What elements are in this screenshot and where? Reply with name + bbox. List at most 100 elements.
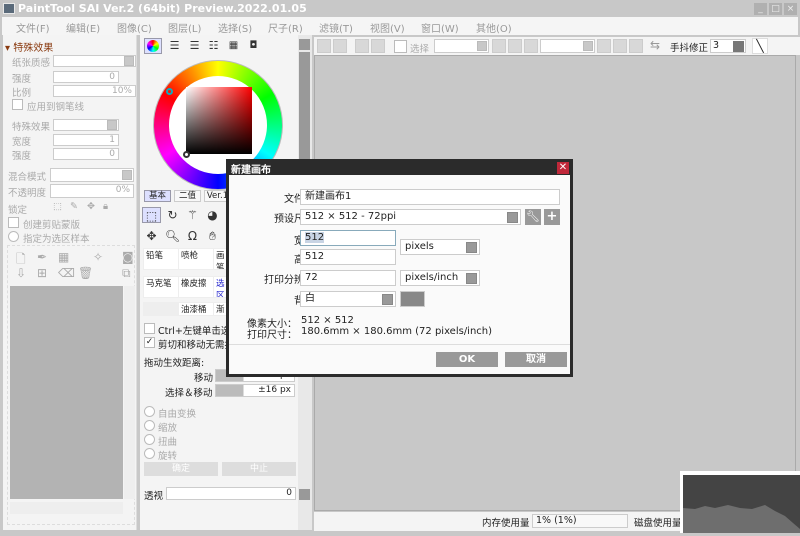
filename-input[interactable]: 新建画布1 bbox=[300, 189, 560, 205]
trash-icon[interactable]: 🗑︎ bbox=[78, 266, 93, 280]
rotate-right-button[interactable] bbox=[613, 39, 627, 53]
menu-select[interactable]: 选择(S) bbox=[218, 20, 252, 35]
scroll-thumb[interactable] bbox=[299, 52, 310, 172]
cancel-button[interactable]: 取消 bbox=[505, 352, 567, 367]
brush-eraser[interactable]: 橡皮擦 bbox=[178, 276, 215, 298]
perspective-field[interactable]: 0 bbox=[166, 487, 296, 500]
height-input[interactable]: 512 bbox=[300, 249, 396, 265]
cut-move-checkbox[interactable]: ✓ bbox=[144, 337, 155, 348]
lock-draw-icon[interactable]: ✎ bbox=[70, 201, 78, 212]
brush-empty-slot[interactable] bbox=[143, 302, 180, 316]
menu-window[interactable]: 窗口(W) bbox=[421, 20, 459, 35]
paper-texture-select[interactable] bbox=[53, 55, 136, 67]
zoom-reset-button[interactable] bbox=[524, 39, 538, 53]
undo-button[interactable] bbox=[317, 39, 331, 53]
select-move-slider[interactable]: ±16 px bbox=[215, 384, 295, 397]
hsv-slider-mode-button[interactable]: ☰ bbox=[185, 38, 204, 54]
rotate-left-button[interactable] bbox=[597, 39, 611, 53]
free-transform-radio[interactable] bbox=[144, 406, 155, 417]
merge-down-icon[interactable]: ⊞ bbox=[37, 266, 47, 280]
rotate-tool[interactable]: Ω bbox=[183, 228, 202, 244]
close-button[interactable]: × bbox=[784, 3, 797, 15]
color-wheel-mode-button[interactable] bbox=[144, 38, 162, 54]
wrench-icon[interactable]: 🔧︎ bbox=[525, 209, 541, 225]
menu-filter[interactable]: 滤镜(T) bbox=[319, 20, 353, 35]
strength-field[interactable]: 0 bbox=[53, 71, 119, 83]
zoom-out-button[interactable] bbox=[492, 39, 506, 53]
new-vector-layer-icon[interactable]: ✒ bbox=[37, 250, 47, 264]
sv-cursor[interactable] bbox=[183, 151, 190, 158]
rect-select-tool[interactable]: ⬚ bbox=[142, 207, 161, 223]
layer-list-scrollbar-h[interactable] bbox=[10, 502, 123, 514]
rotate-reset-button[interactable] bbox=[629, 39, 643, 53]
background-select[interactable]: 白 bbox=[300, 291, 396, 307]
move-tool[interactable]: ✥ bbox=[142, 228, 161, 244]
select-toggle-checkbox[interactable] bbox=[394, 40, 407, 53]
zoom-in-button[interactable] bbox=[508, 39, 522, 53]
layer-list[interactable] bbox=[10, 286, 123, 499]
shape-tool[interactable]: ◕ bbox=[203, 207, 222, 223]
ok-button[interactable]: OK bbox=[436, 352, 498, 367]
layer-effects-icon[interactable]: ✧ bbox=[93, 250, 103, 264]
pen-pressure-icon[interactable]: ╲ bbox=[752, 38, 768, 54]
width-input[interactable]: 512 bbox=[300, 230, 396, 246]
rotate-select[interactable] bbox=[540, 39, 595, 53]
new-layer-set-icon[interactable]: ▦ bbox=[58, 250, 69, 264]
minimize-button[interactable]: _ bbox=[754, 3, 767, 15]
tab-binary[interactable]: 二值 bbox=[174, 190, 201, 202]
abort-button[interactable]: 中止 bbox=[222, 462, 296, 476]
lock-transparency-icon[interactable]: ⬚ bbox=[53, 201, 62, 212]
palette-mode-button[interactable]: ▦ bbox=[224, 38, 243, 54]
scale-radio[interactable] bbox=[144, 420, 155, 431]
confirm-button[interactable]: 确定 bbox=[144, 462, 218, 476]
apply-pen-checkbox[interactable] bbox=[12, 99, 23, 110]
resolution-input[interactable]: 72 bbox=[300, 270, 396, 286]
swatch-mode-button[interactable]: ☷ bbox=[204, 38, 223, 54]
size-unit-select[interactable]: pixels bbox=[400, 239, 480, 255]
lasso-tool[interactable]: ↻ bbox=[163, 207, 182, 223]
rgb-slider-mode-button[interactable]: ☰ bbox=[165, 38, 184, 54]
maximize-button[interactable]: □ bbox=[769, 3, 782, 15]
deselect-button[interactable] bbox=[355, 39, 369, 53]
hue-cursor[interactable] bbox=[166, 88, 173, 95]
menu-ruler[interactable]: 尺子(R) bbox=[268, 20, 303, 35]
add-preset-icon[interactable]: + bbox=[544, 209, 560, 225]
invert-select-button[interactable] bbox=[371, 39, 385, 53]
menu-image[interactable]: 图像(C) bbox=[117, 20, 152, 35]
menu-view[interactable]: 视图(V) bbox=[370, 20, 405, 35]
width-field[interactable]: 1 bbox=[53, 134, 119, 146]
blend-mode-select[interactable] bbox=[50, 168, 134, 182]
layer-list-scrollbar-v[interactable] bbox=[124, 286, 135, 499]
section-header[interactable]: ▾ 特殊效果 bbox=[5, 39, 53, 54]
stabilizer-select[interactable]: 3 bbox=[710, 39, 746, 53]
preset-select[interactable]: 512 × 512 - 72ppi bbox=[300, 209, 521, 225]
duplicate-layer-icon[interactable]: ⧉ bbox=[122, 266, 131, 281]
magic-wand-tool[interactable]: ⚚ bbox=[183, 207, 202, 223]
brush-pencil[interactable]: 铅笔 bbox=[143, 248, 180, 270]
flip-horizontal-icon[interactable]: ⇆ bbox=[650, 38, 660, 52]
selection-source-radio[interactable] bbox=[8, 231, 19, 242]
layer-mask-icon[interactable]: ◙ bbox=[122, 250, 134, 264]
transfer-down-icon[interactable]: ⇩ bbox=[16, 266, 26, 280]
menu-layer[interactable]: 图层(L) bbox=[168, 20, 201, 35]
resolution-unit-select[interactable]: pixels/inch bbox=[400, 270, 480, 286]
lock-move-icon[interactable]: ✥ bbox=[87, 201, 95, 212]
rotate-radio[interactable] bbox=[144, 448, 155, 459]
ctrl-click-checkbox[interactable] bbox=[144, 323, 155, 334]
scratchpad-mode-button[interactable]: ◘ bbox=[244, 38, 263, 54]
menu-edit[interactable]: 编辑(E) bbox=[66, 20, 100, 35]
scale-field[interactable]: 10% bbox=[53, 85, 136, 97]
brush-airbrush[interactable]: 喷枪 bbox=[178, 248, 215, 270]
distort-radio[interactable] bbox=[144, 434, 155, 445]
hand-tool[interactable]: ✋︎ bbox=[203, 228, 222, 244]
effect-select[interactable] bbox=[53, 119, 119, 131]
saturation-value-square[interactable] bbox=[186, 87, 252, 154]
redo-button[interactable] bbox=[333, 39, 347, 53]
strength2-field[interactable]: 0 bbox=[53, 148, 119, 160]
dialog-close-icon[interactable]: ✕ bbox=[557, 162, 569, 174]
menu-file[interactable]: 文件(F) bbox=[16, 20, 50, 35]
zoom-select[interactable] bbox=[434, 39, 489, 53]
scroll-up-button[interactable] bbox=[299, 39, 310, 50]
clipping-checkbox[interactable] bbox=[8, 217, 19, 228]
brush-marker[interactable]: 马克笔 bbox=[143, 276, 180, 298]
